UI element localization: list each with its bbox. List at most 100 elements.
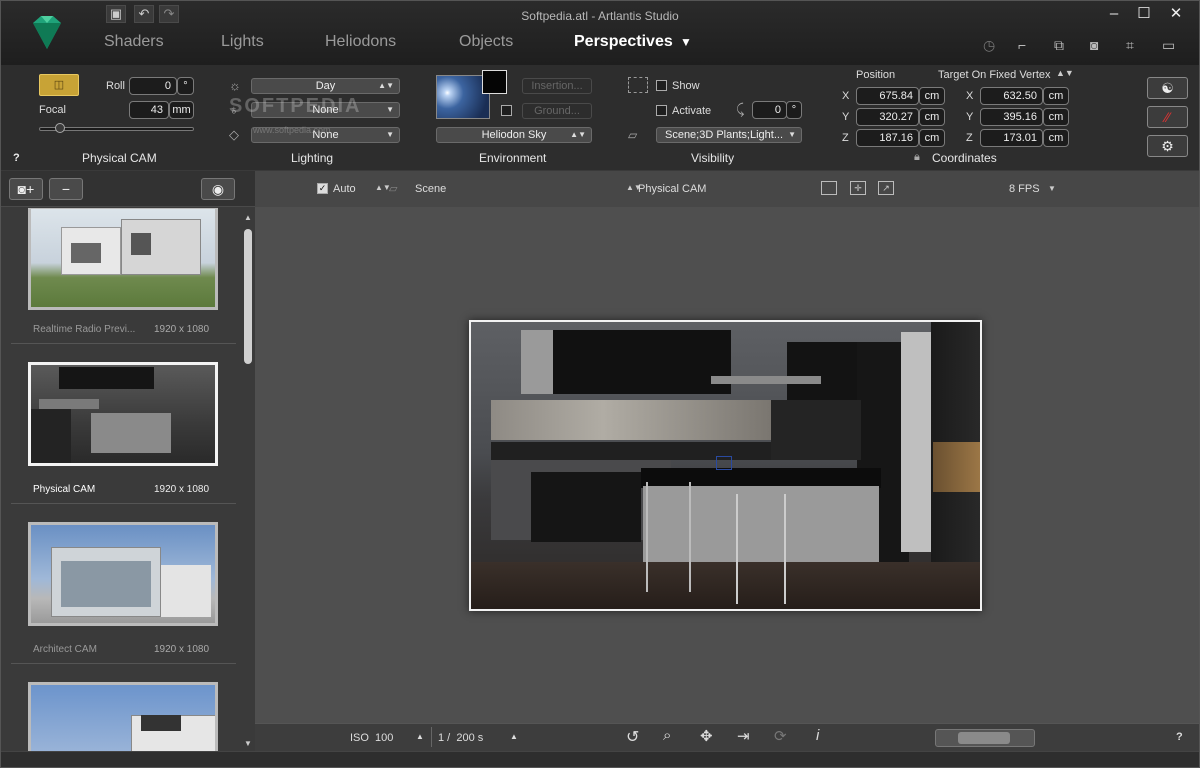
show-checkbox[interactable] [656,80,667,91]
perspective-name: Realtime Radio Previ... [33,324,136,335]
tab-perspectives[interactable]: Perspectives [574,33,673,51]
sidebar-scroll-thumb[interactable] [244,229,252,364]
refresh-icon[interactable]: ⟳ [774,727,787,745]
viewport-camera-label[interactable]: Physical CAM [638,183,706,195]
focal-label: Focal [39,104,66,116]
watermark-url: www.softpedia.com [253,125,331,135]
thumbnail-architect-cam[interactable] [28,522,218,626]
frame-out-icon[interactable]: ↗ [878,181,894,195]
shutter-up-icon[interactable]: ▲ [510,732,518,741]
target-x-label: X [966,90,974,102]
tab-heliodons[interactable]: Heliodons [325,33,396,51]
focal-unit: mm [169,101,194,119]
zoom-icon[interactable]: ⌕ [663,727,671,744]
yin-yang-icon[interactable]: ☯ [1147,77,1188,99]
position-x-input[interactable]: 675.84 [856,87,919,105]
center-frame-icon[interactable]: ✛ [850,181,866,195]
position-y-label: Y [842,111,850,123]
visibility-layers-select[interactable]: Scene;3D Plants;Light... ▼ [656,127,802,143]
section-lighting: Lighting [291,151,334,165]
remove-camera-button[interactable]: − [49,178,83,200]
viewport-toolbar: ✓ Auto ▲▼ ▱ Scene ▲▼ Physical CAM ✛ ↗ 8 … [255,171,1199,207]
focal-slider[interactable] [39,123,194,133]
lighting-day-value: Day [315,80,336,92]
roll-input[interactable]: 0 [129,77,177,95]
info-icon[interactable]: i [816,727,819,744]
maximize-button[interactable]: ☐ [1129,5,1159,23]
target-y-label: Y [966,111,974,123]
add-camera-icon[interactable]: ◙+ [9,178,43,200]
scroll-down-icon[interactable]: ▼ [244,739,252,748]
thumbnail-physical-cam[interactable] [28,362,218,466]
render-progress-track[interactable] [935,729,1035,747]
background-color-swatch[interactable] [482,70,507,94]
auto-checkbox[interactable]: ✓ [317,183,328,194]
tab-lights[interactable]: Lights [221,33,264,51]
lighting-day-select[interactable]: Day ▲▼ [251,78,400,94]
parameters-toolbar: ◫ Roll 0 ° Focal 43 mm ? Physical CAM ☼ … [1,65,1199,171]
move-icon[interactable]: ✥ [700,727,713,745]
scroll-up-icon[interactable]: ▲ [244,213,252,222]
shutter-value[interactable]: 1 / 200 s [438,732,483,744]
render-viewport: ✓ Auto ▲▼ ▱ Scene ▲▼ Physical CAM ✛ ↗ 8 … [255,171,1199,751]
target-label: Target On Fixed Vertex [938,69,1051,81]
fps-label[interactable]: 8 FPS [1009,183,1040,195]
camera-icon[interactable]: ◙ [1090,37,1098,53]
window-icon[interactable]: ▭ [1162,37,1175,54]
iso-up-icon[interactable]: ▲ [416,732,424,741]
status-bar [1,751,1199,767]
sky-select[interactable]: Heliodon Sky ▲▼ [436,127,592,143]
timer-icon[interactable]: ◷ [983,37,995,54]
thumbnail-realtime[interactable] [28,208,218,310]
scene-label[interactable]: Scene [415,183,446,195]
help-icon[interactable]: ? [13,152,20,164]
visibility-angle-input[interactable]: 0 [752,101,787,119]
target-toggle-icon[interactable]: ▲▼ [1056,68,1074,78]
ground-checkbox[interactable] [501,105,512,116]
copy-icon[interactable]: ⧉ [1054,37,1064,54]
tab-shaders[interactable]: Shaders [104,33,164,51]
frame-icon[interactable]: ⌗ [1126,37,1134,54]
sidebar-scrollbar[interactable]: ▲ ▼ [241,211,255,751]
thumbnail-perspective-4[interactable] [28,682,218,751]
render-preview[interactable] [469,320,982,611]
target-marker-icon[interactable] [716,456,732,470]
insertion-button[interactable]: Insertion... [522,78,592,94]
show-label: Show [672,80,700,92]
render-progress-handle[interactable] [958,732,1010,744]
perspectives-dropdown-icon[interactable]: ▼ [680,35,692,49]
crop-icon[interactable]: ⌐ [1018,37,1026,53]
eye-icon[interactable]: ◉ [201,178,235,200]
frame-in-icon[interactable] [821,181,837,195]
lock-icon[interactable]: 🔒︎ [914,151,920,164]
camera-type-button[interactable]: ◫ [39,74,79,96]
tab-objects[interactable]: Objects [459,33,513,51]
visibility-layers-value: Scene;3D Plants;Light... [664,129,783,141]
close-button[interactable]: ✕ [1161,5,1191,23]
minimize-button[interactable]: ‒ [1099,5,1129,23]
target-y-input[interactable]: 395.16 [980,108,1043,126]
perspective-name: Physical CAM [33,484,96,495]
fps-dropdown-icon[interactable]: ▼ [1048,184,1056,193]
color-brush-icon[interactable]: ⁄⁄ [1147,106,1188,128]
ground-button[interactable]: Ground... [522,103,592,119]
position-x-label: X [842,90,850,102]
sky-select-value: Heliodon Sky [481,129,547,141]
position-z-input[interactable]: 187.16 [856,129,919,147]
undo-view-icon[interactable]: ↺ [626,727,639,747]
exit-icon[interactable]: ⇥ [737,727,750,745]
title-bar: ▣ ↶ ↷ Softpedia.atl - Artlantis Studio ‒… [1,1,1199,65]
position-z-unit: cm [919,129,945,147]
iso-value[interactable]: 100 [375,732,393,744]
target-z-input[interactable]: 173.01 [980,129,1043,147]
rotate-icon: ⤹ [736,101,745,117]
target-x-input[interactable]: 632.50 [980,87,1043,105]
target-x-unit: cm [1043,87,1069,105]
gear-icon[interactable]: ⚙ [1147,135,1188,157]
focal-input[interactable]: 43 [129,101,169,119]
activate-checkbox[interactable] [656,105,667,116]
focal-slider-handle[interactable] [55,123,65,133]
position-y-input[interactable]: 320.27 [856,108,919,126]
perspective-list-toolbar: ◙+ − ◉ [1,171,255,207]
help-icon[interactable]: ? [1176,731,1183,743]
